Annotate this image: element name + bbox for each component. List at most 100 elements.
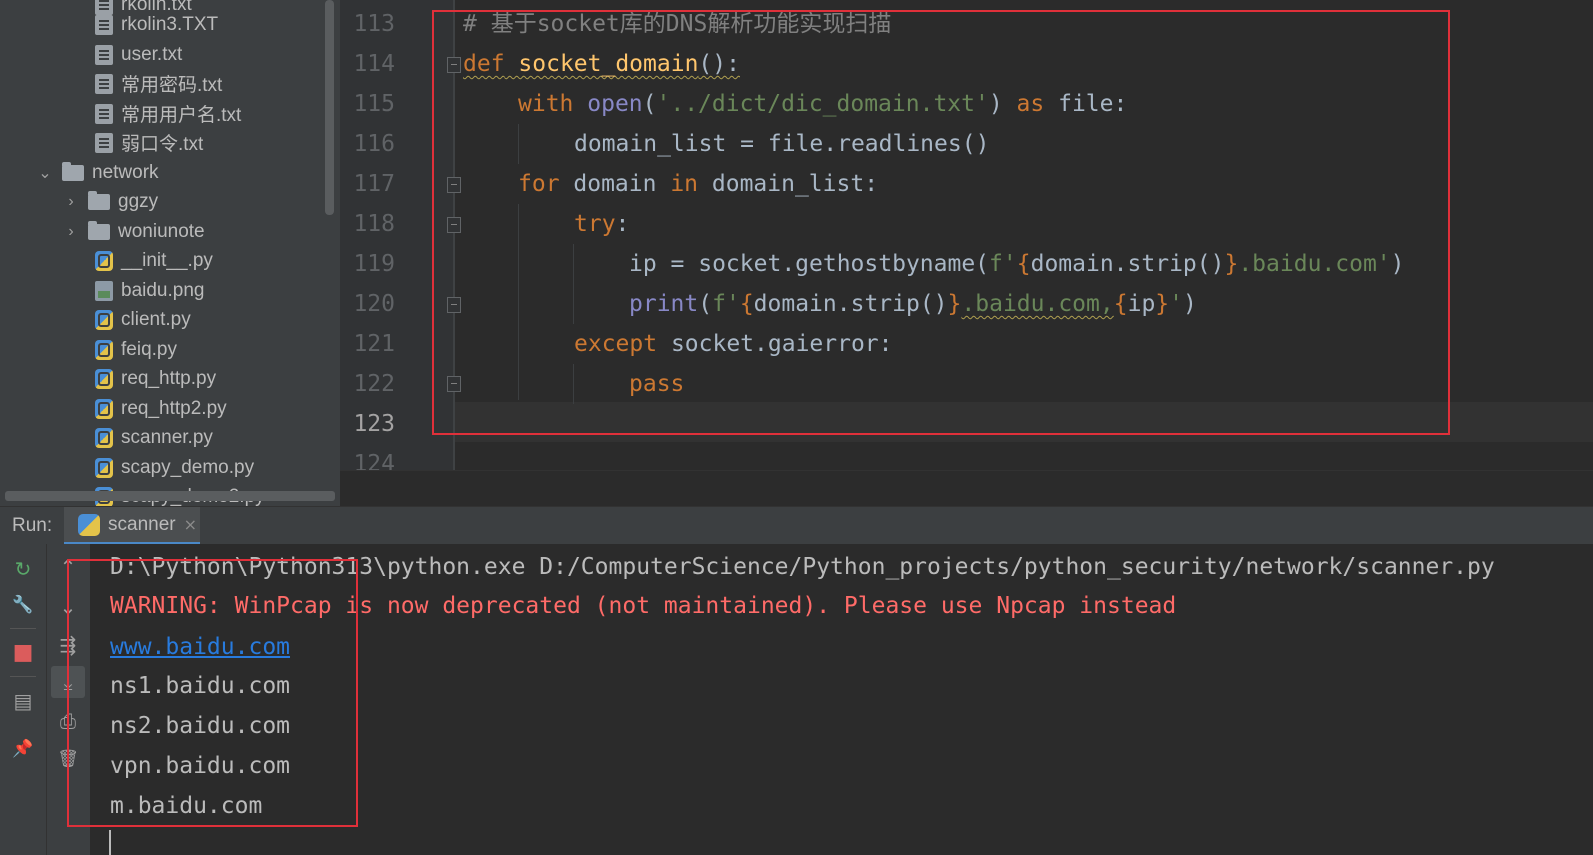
line-number: 115 <box>353 91 395 117</box>
code-line-122: pass <box>629 371 685 397</box>
text-file-icon <box>95 44 113 65</box>
chevron-right-icon[interactable]: › <box>62 193 80 211</box>
indent-guide <box>518 124 519 164</box>
fold-end-icon[interactable] <box>447 297 461 313</box>
indent-guide <box>573 364 574 404</box>
tree-item-common-passwords[interactable]: 常用密码.txt <box>0 69 222 98</box>
rerun-icon[interactable]: ↻ <box>8 554 38 584</box>
chevron-down-icon[interactable]: ⌄ <box>36 163 54 183</box>
tree-item-scapy-demo-py[interactable]: scapy_demo.py <box>0 453 254 482</box>
folder-icon <box>88 220 110 240</box>
code-line-120: print(f'{domain.strip()}.baidu.com,{ip}'… <box>629 291 1197 317</box>
code-line-116: domain_list = file.readlines() <box>574 131 990 157</box>
stop-icon[interactable]: ■ <box>8 637 38 667</box>
tree-vertical-scrollbar[interactable] <box>325 0 334 215</box>
arrow-down-icon[interactable]: ↓ <box>53 592 83 622</box>
layout-icon[interactable]: ▤ <box>8 686 38 716</box>
text-file-icon <box>95 103 113 124</box>
line-number: 120 <box>353 291 395 317</box>
tree-item-req-http-py[interactable]: req_http.py <box>0 364 216 393</box>
tree-item-req-http2-py[interactable]: req_http2.py <box>0 394 227 423</box>
close-icon[interactable]: × <box>184 515 197 534</box>
python-file-icon <box>95 339 113 360</box>
print-icon[interactable]: ⎙ <box>53 706 83 736</box>
tree-item-rkolin3-txt[interactable]: rkolin3.TXT <box>0 10 218 39</box>
tree-item-baidu-png[interactable]: baidu.png <box>0 276 204 305</box>
console-line: ns2.baidu.com <box>110 713 291 739</box>
run-label: Run: <box>12 515 53 536</box>
tree-item-init-py[interactable]: __init__.py <box>0 246 213 275</box>
scroll-to-end-icon[interactable]: ⤓ <box>51 666 85 698</box>
code-editor[interactable]: 113 114 115 116 117 118 119 120 121 122 … <box>340 0 1593 512</box>
python-file-icon <box>95 457 113 478</box>
code-line-121: except socket.gaierror: <box>574 331 893 357</box>
line-number: 114 <box>353 51 395 77</box>
pin-icon[interactable]: 📌 <box>8 734 38 764</box>
folder-icon <box>88 190 110 210</box>
tree-item-weak-passwords[interactable]: 弱口令.txt <box>0 128 203 157</box>
run-tab-label: scanner <box>108 513 176 535</box>
fold-toggle-icon[interactable] <box>447 57 461 73</box>
image-file-icon <box>95 280 113 301</box>
trash-icon[interactable]: 🗑 <box>53 744 83 774</box>
line-number: 113 <box>353 11 395 37</box>
console-line-link[interactable]: www.baidu.com <box>110 627 290 667</box>
tree-item-client-py[interactable]: client.py <box>0 305 191 334</box>
text-file-icon <box>95 73 113 94</box>
tree-item-scanner-py[interactable]: scanner.py <box>0 423 213 452</box>
package-folder-icon <box>62 161 84 181</box>
run-toolbar-secondary: ↑ ↓ ⇶ ⤓ ⎙ 🗑 <box>46 544 91 855</box>
fold-end-icon[interactable] <box>447 376 461 392</box>
line-number-current: 123 <box>353 411 395 437</box>
console-line-command: D:\Python\Python313\python.exe D:/Comput… <box>110 554 1495 580</box>
project-tree: rkolin.txt rkolin3.TXT user.txt 常用密码.txt… <box>0 0 340 512</box>
code-line-115: with open('../dict/dic_domain.txt') as f… <box>518 91 1128 117</box>
text-file-icon <box>95 132 113 153</box>
line-number: 116 <box>353 131 395 157</box>
line-number: 118 <box>353 211 395 237</box>
line-number-gutter: 113 114 115 116 117 118 119 120 121 122 … <box>340 0 453 512</box>
soft-wrap-icon[interactable]: ⇶ <box>53 630 83 660</box>
console-line: m.baidu.com <box>110 793 263 819</box>
tree-item-network[interactable]: ⌄ network <box>0 158 159 187</box>
run-panel-header: Run: scanner × <box>0 506 1593 545</box>
python-file-icon <box>95 309 113 330</box>
tree-item-common-usernames[interactable]: 常用用户名.txt <box>0 99 241 128</box>
toolbar-separator <box>10 676 36 677</box>
python-file-icon <box>95 250 113 271</box>
run-toolbar-primary: ↻ 🔧 ■ ▤ 📌 <box>0 544 46 855</box>
tree-horizontal-scrollbar[interactable] <box>5 491 335 501</box>
arrow-up-icon[interactable]: ↑ <box>53 552 83 582</box>
code-line-118: try: <box>574 211 630 237</box>
tree-item-user-txt[interactable]: user.txt <box>0 40 182 69</box>
code-line-114: def socket_domain(): <box>463 51 740 77</box>
indent-guide <box>518 204 519 400</box>
tree-item-ggzy[interactable]: › ggzy <box>0 187 158 216</box>
python-icon <box>78 513 100 536</box>
tree-item-feiq-py[interactable]: feiq.py <box>0 335 177 364</box>
code-line-117: for domain in domain_list: <box>518 171 879 197</box>
wrench-icon[interactable]: 🔧 <box>8 590 38 620</box>
line-number: 122 <box>353 371 395 397</box>
console-line: vpn.baidu.com <box>110 753 291 779</box>
fold-toggle-icon[interactable] <box>447 177 461 193</box>
code-line-113: # 基于socket库的DNS解析功能实现扫描 <box>463 11 892 37</box>
text-file-icon <box>95 14 113 35</box>
indent-guide <box>573 244 574 324</box>
code-line-119: ip = socket.gethostbyname(f'{domain.stri… <box>629 251 1405 277</box>
run-console-output[interactable]: D:\Python\Python313\python.exe D:/Comput… <box>90 544 1593 855</box>
run-tab-scanner[interactable]: scanner × <box>64 507 200 545</box>
python-file-icon <box>95 368 113 389</box>
console-line-warning: WARNING: WinPcap is now deprecated (not … <box>110 593 1177 619</box>
console-caret <box>109 830 111 855</box>
chevron-right-icon[interactable]: › <box>62 223 80 241</box>
toolbar-separator <box>10 628 36 629</box>
console-line: ns1.baidu.com <box>110 673 291 699</box>
tree-item-woniunote[interactable]: › woniunote <box>0 217 205 246</box>
current-line-highlight <box>455 402 1593 442</box>
line-number: 121 <box>353 331 395 357</box>
line-number: 119 <box>353 251 395 277</box>
fold-toggle-icon[interactable] <box>447 217 461 233</box>
python-file-icon <box>95 427 113 448</box>
python-file-icon <box>95 398 113 419</box>
